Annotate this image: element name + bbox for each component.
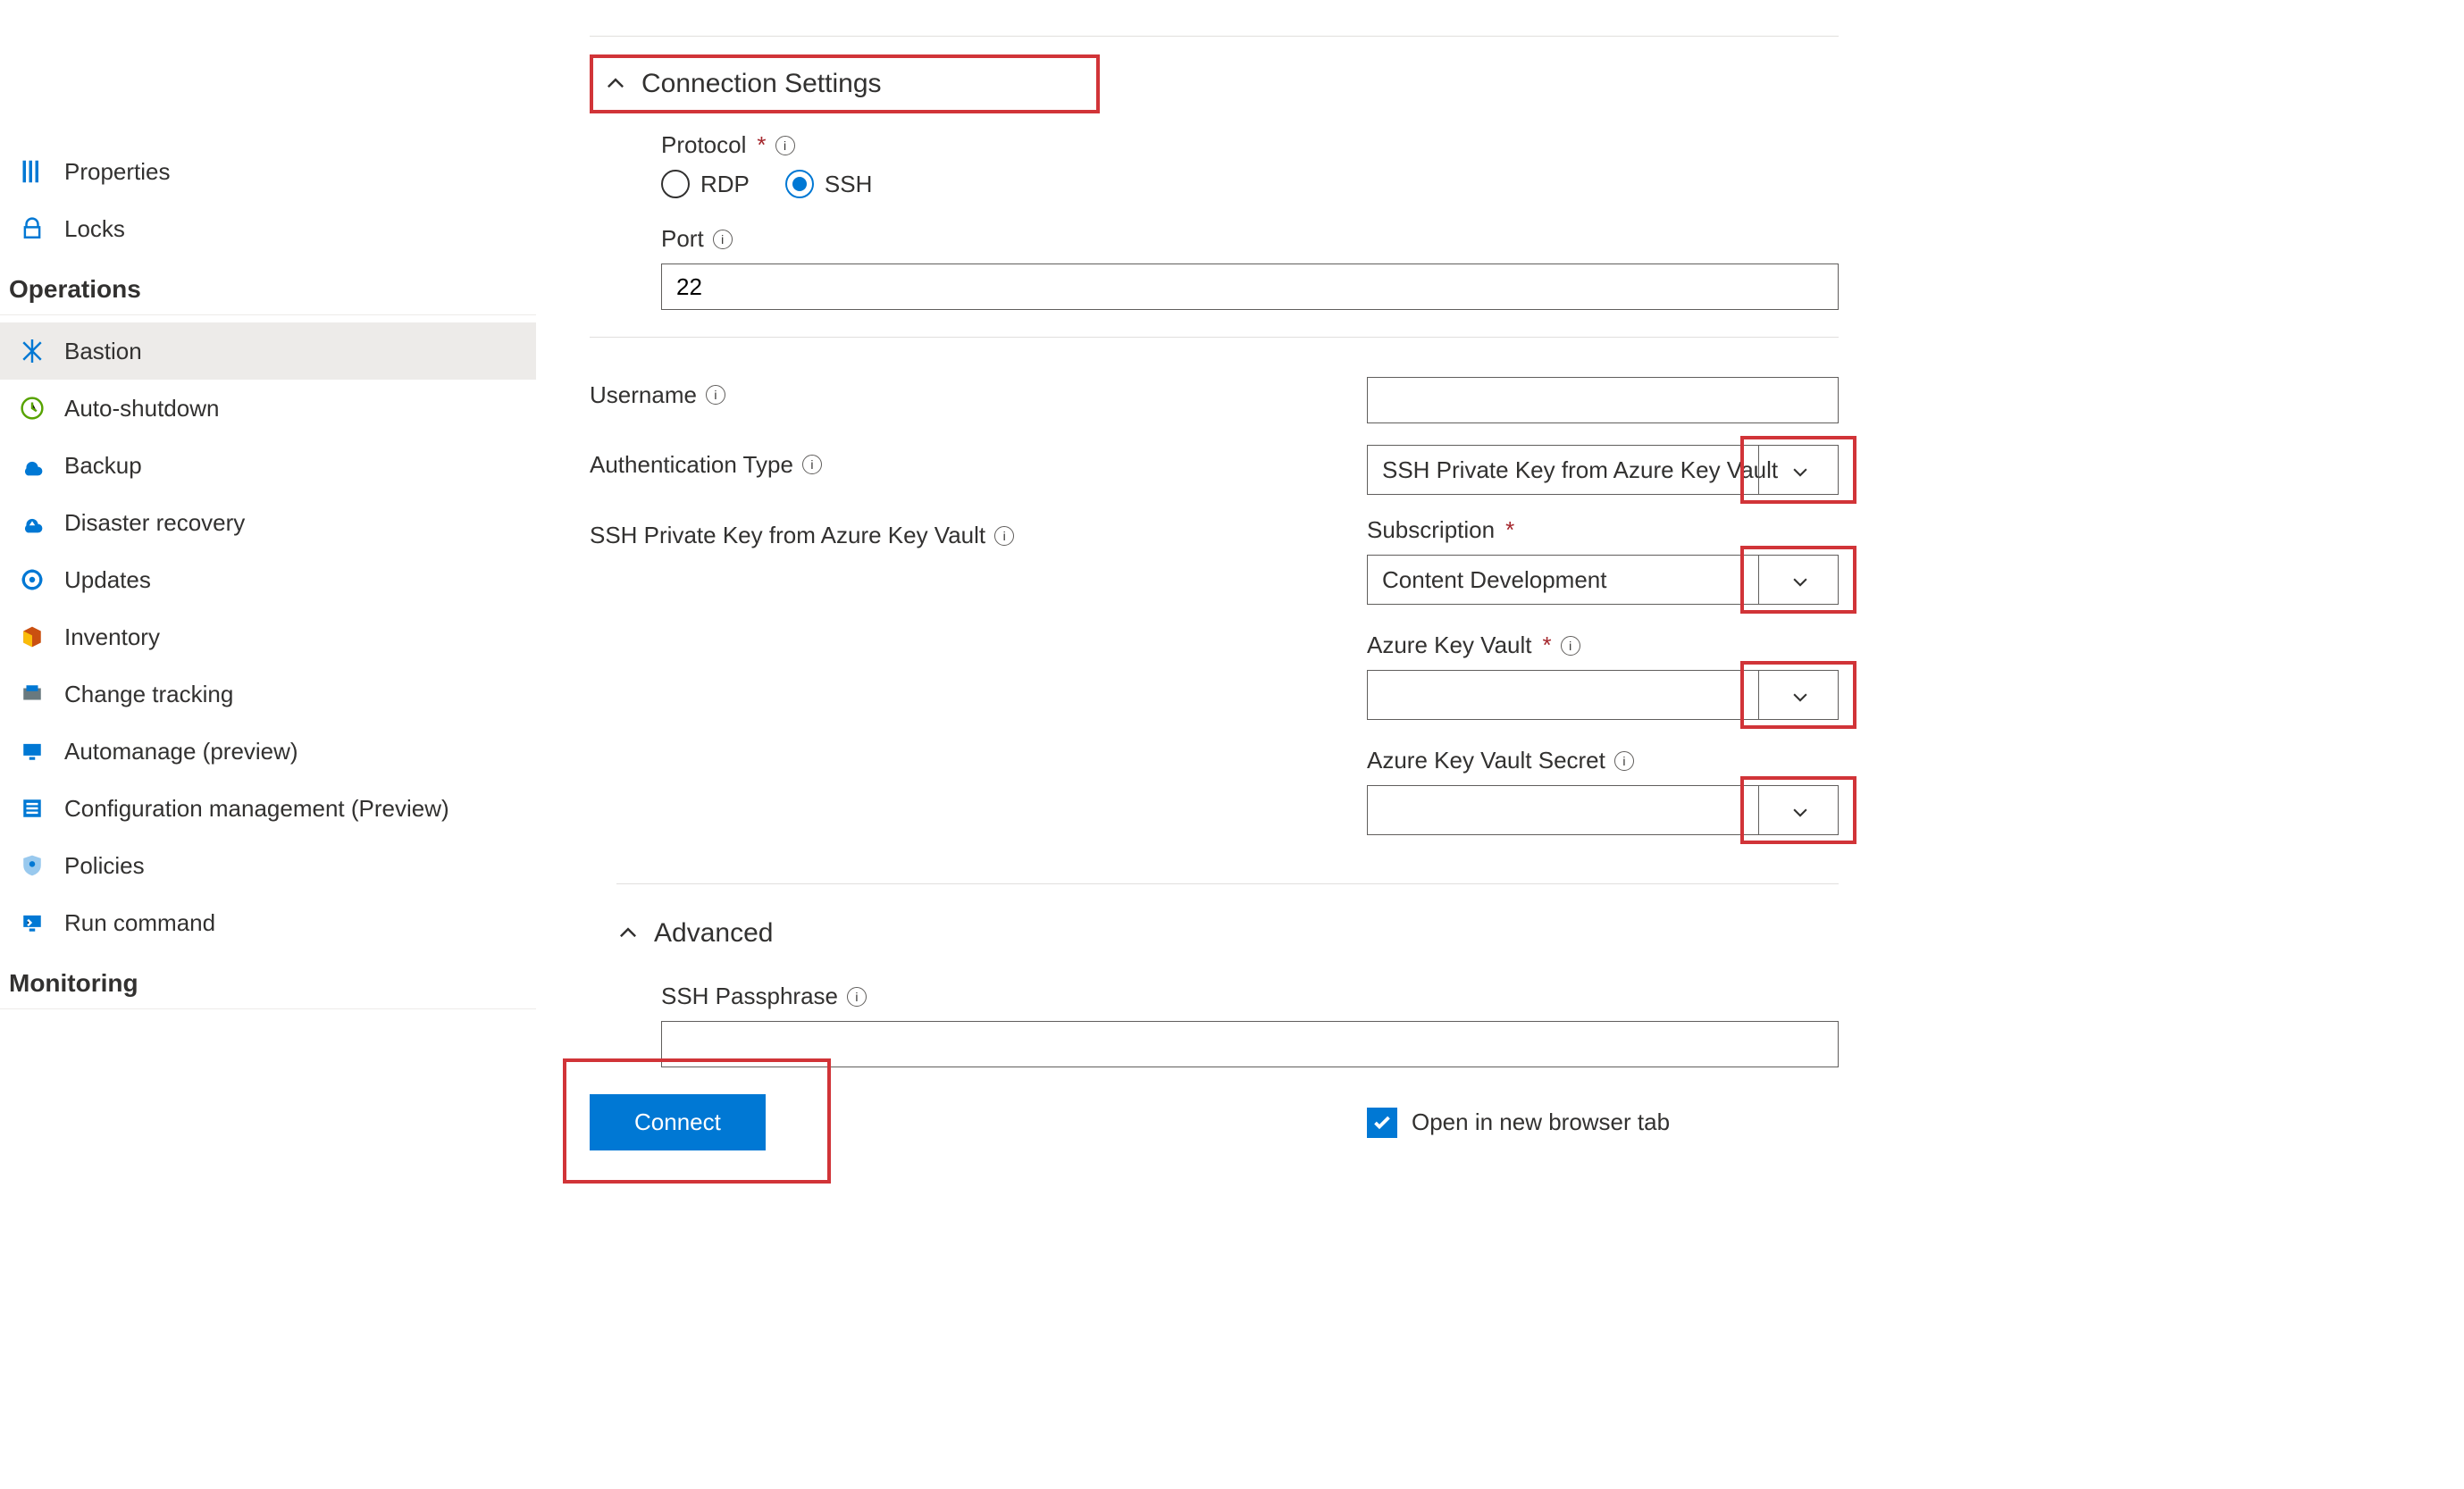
backup-icon bbox=[18, 451, 46, 480]
info-icon[interactable]: i bbox=[775, 136, 795, 155]
protocol-label: Protocol bbox=[661, 131, 746, 159]
config-mgmt-icon bbox=[18, 794, 46, 823]
ssh-passphrase-input[interactable] bbox=[661, 1021, 1839, 1067]
info-icon[interactable]: i bbox=[802, 455, 822, 474]
run-command-icon bbox=[18, 908, 46, 937]
info-icon[interactable]: i bbox=[847, 987, 867, 1007]
menu-label: Automanage (preview) bbox=[64, 738, 298, 765]
menu-label: Backup bbox=[64, 452, 142, 480]
change-tracking-icon bbox=[18, 680, 46, 708]
disaster-recovery-icon bbox=[18, 508, 46, 537]
menu-label: Disaster recovery bbox=[64, 509, 245, 537]
sidebar-nav[interactable]: Properties Locks Operations Bastion Auto… bbox=[0, 0, 536, 1489]
chevron-down-icon bbox=[1787, 458, 1810, 481]
clock-icon bbox=[18, 394, 46, 422]
required-indicator: * bbox=[757, 131, 766, 159]
chevron-down-icon bbox=[1787, 799, 1810, 822]
dropdown-toggle[interactable] bbox=[1758, 445, 1839, 495]
ssh-passphrase-label: SSH Passphrase bbox=[661, 983, 838, 1010]
dropdown-toggle[interactable] bbox=[1758, 555, 1839, 605]
lock-icon bbox=[18, 214, 46, 243]
akv-label: Azure Key Vault bbox=[1367, 632, 1532, 659]
sidebar-item-backup[interactable]: Backup bbox=[0, 437, 536, 494]
menu-label: Auto-shutdown bbox=[64, 395, 219, 422]
menu-label: Locks bbox=[64, 215, 125, 243]
sidebar-item-properties[interactable]: Properties bbox=[0, 143, 536, 200]
port-input[interactable] bbox=[661, 264, 1839, 310]
menu-label: Change tracking bbox=[64, 681, 233, 708]
select-value: Content Development bbox=[1382, 566, 1606, 594]
connect-button[interactable]: Connect bbox=[590, 1094, 766, 1150]
section-advanced-toggle[interactable]: Advanced bbox=[616, 902, 1839, 965]
required-indicator: * bbox=[1543, 632, 1552, 659]
radio-icon bbox=[661, 170, 690, 198]
menu-label: Updates bbox=[64, 566, 151, 594]
bastion-icon bbox=[18, 337, 46, 365]
ssh-pk-label: SSH Private Key from Azure Key Vault bbox=[590, 522, 985, 549]
info-icon[interactable]: i bbox=[1614, 751, 1634, 771]
info-icon[interactable]: i bbox=[706, 385, 725, 405]
chevron-up-icon bbox=[616, 922, 640, 945]
select-value: SSH Private Key from Azure Key Vault bbox=[1382, 456, 1778, 484]
auth-type-label: Authentication Type bbox=[590, 451, 793, 479]
dropdown-toggle[interactable] bbox=[1758, 670, 1839, 720]
menu-label: Run command bbox=[64, 909, 215, 937]
menu-label: Bastion bbox=[64, 338, 142, 365]
menu-label: Policies bbox=[64, 852, 145, 880]
akv-secret-label: Azure Key Vault Secret bbox=[1367, 747, 1605, 774]
radio-label: RDP bbox=[700, 171, 750, 198]
sidebar-item-disaster-recovery[interactable]: Disaster recovery bbox=[0, 494, 536, 551]
port-label: Port bbox=[661, 225, 704, 253]
automanage-icon bbox=[18, 737, 46, 765]
sidebar-item-auto-shutdown[interactable]: Auto-shutdown bbox=[0, 380, 536, 437]
required-indicator: * bbox=[1505, 516, 1514, 544]
sidebar-item-run-command[interactable]: Run command bbox=[0, 894, 536, 951]
policies-icon bbox=[18, 851, 46, 880]
info-icon[interactable]: i bbox=[994, 526, 1014, 546]
open-new-tab-checkbox[interactable]: Open in new browser tab bbox=[1367, 1108, 1839, 1138]
sidebar-item-policies[interactable]: Policies bbox=[0, 837, 536, 894]
section-title: Advanced bbox=[654, 918, 773, 949]
properties-icon bbox=[18, 157, 46, 186]
protocol-radio-ssh[interactable]: SSH bbox=[785, 170, 872, 198]
username-input[interactable] bbox=[1367, 377, 1839, 423]
menu-label: Inventory bbox=[64, 623, 160, 651]
dropdown-toggle[interactable] bbox=[1758, 785, 1839, 835]
sidebar-item-change-tracking[interactable]: Change tracking bbox=[0, 665, 536, 723]
sidebar-item-bastion[interactable]: Bastion bbox=[0, 322, 536, 380]
sidebar-item-inventory[interactable]: Inventory bbox=[0, 608, 536, 665]
sidebar-item-automanage[interactable]: Automanage (preview) bbox=[0, 723, 536, 780]
subscription-label: Subscription bbox=[1367, 516, 1495, 544]
username-label: Username bbox=[590, 381, 697, 409]
sidebar-item-locks[interactable]: Locks bbox=[0, 200, 536, 257]
sidebar-section-monitoring: Monitoring bbox=[0, 951, 536, 1009]
sidebar-item-updates[interactable]: Updates bbox=[0, 551, 536, 608]
chevron-up-icon bbox=[604, 72, 627, 96]
info-icon[interactable]: i bbox=[1561, 636, 1580, 656]
menu-label: Properties bbox=[64, 158, 171, 186]
sidebar-section-operations: Operations bbox=[0, 257, 536, 315]
chevron-down-icon bbox=[1787, 568, 1810, 591]
checkbox-icon bbox=[1367, 1108, 1397, 1138]
main-content: Connection Settings Protocol * i RDP SSH bbox=[536, 0, 2464, 1489]
protocol-radio-rdp[interactable]: RDP bbox=[661, 170, 750, 198]
menu-label: Configuration management (Preview) bbox=[64, 795, 449, 823]
section-title: Connection Settings bbox=[641, 69, 882, 99]
updates-icon bbox=[18, 565, 46, 594]
inventory-icon bbox=[18, 623, 46, 651]
section-connection-settings-toggle[interactable]: Connection Settings bbox=[590, 54, 1100, 113]
chevron-down-icon bbox=[1787, 683, 1810, 707]
info-icon[interactable]: i bbox=[713, 230, 733, 249]
checkbox-label: Open in new browser tab bbox=[1412, 1108, 1670, 1136]
radio-label: SSH bbox=[825, 171, 872, 198]
radio-icon bbox=[785, 170, 814, 198]
sidebar-item-config-mgmt[interactable]: Configuration management (Preview) bbox=[0, 780, 536, 837]
